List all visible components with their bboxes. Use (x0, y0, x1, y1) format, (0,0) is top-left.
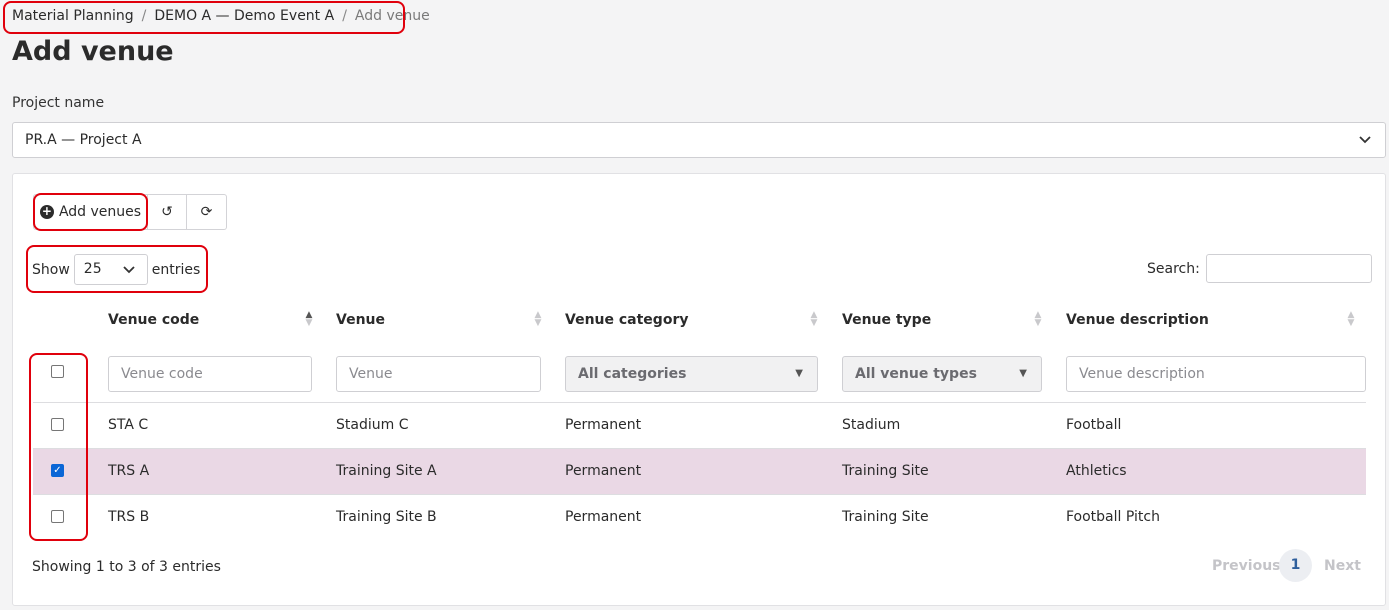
venue-description-filter-input[interactable]: Venue description (1066, 356, 1366, 392)
breadcrumb-highlight (3, 1, 405, 34)
project-select-value: PR.A — Project A (25, 132, 142, 148)
table-row[interactable] (33, 403, 1366, 449)
cell-venue-type: Stadium (842, 417, 901, 433)
column-header-venue-category[interactable]: Venue category (565, 312, 688, 328)
cell-venue: Training Site B (336, 509, 437, 525)
cell-venue-code: STA C (108, 417, 149, 433)
table-row[interactable] (33, 495, 1366, 541)
project-select[interactable]: PR.A — Project A (12, 122, 1386, 158)
venue-code-filter-input[interactable]: Venue code (108, 356, 312, 392)
venue-category-filter-value: All categories (578, 366, 687, 382)
sort-icon: ▲ ▼ (1034, 310, 1042, 328)
cell-venue-type: Training Site (842, 509, 929, 525)
venue-category-filter-select[interactable]: All categories ▼ (565, 356, 818, 392)
caret-down-icon: ▼ (1019, 368, 1027, 379)
venue-filter-input[interactable]: Venue (336, 356, 541, 392)
search-input[interactable] (1205, 254, 1372, 283)
project-name-label: Project name (12, 95, 105, 111)
column-header-venue[interactable]: Venue (336, 312, 385, 328)
previous-page-button[interactable]: Previous (1212, 558, 1281, 574)
cell-venue-description: Football Pitch (1066, 509, 1160, 525)
chevron-down-icon (1359, 123, 1371, 170)
sort-icon: ▲ ▼ (1347, 310, 1355, 328)
table-row-selected[interactable] (33, 449, 1366, 495)
venue-type-filter-select[interactable]: All venue types ▼ (842, 356, 1042, 392)
sort-icon: ▲ ▼ (810, 310, 818, 328)
checkbox-column-highlight (29, 353, 88, 541)
search-label: Search: (1147, 260, 1200, 277)
refresh-icon: ⟳ (200, 204, 213, 220)
cell-venue-category: Permanent (565, 463, 642, 479)
sort-icon: ▲ ▼ (305, 310, 313, 328)
add-venues-highlight (33, 193, 148, 231)
search: Search: (1147, 254, 1372, 283)
cell-venue-code: TRS B (108, 509, 150, 525)
venue-type-filter-value: All venue types (855, 366, 977, 382)
reset-button[interactable]: ↺ (148, 194, 187, 230)
undo-icon: ↺ (161, 204, 173, 220)
cell-venue-description: Football (1066, 417, 1122, 433)
reload-button[interactable]: ⟳ (187, 194, 227, 230)
page-length-highlight (26, 245, 208, 293)
cell-venue-type: Training Site (842, 463, 929, 479)
next-page-button[interactable]: Next (1324, 558, 1361, 574)
page-1-button[interactable]: 1 (1279, 549, 1312, 582)
column-header-venue-description[interactable]: Venue description (1066, 312, 1209, 328)
cell-venue-code: TRS A (108, 463, 150, 479)
column-header-venue-type[interactable]: Venue type (842, 312, 931, 328)
cell-venue-description: Athletics (1066, 463, 1127, 479)
table-info: Showing 1 to 3 of 3 entries (32, 559, 221, 575)
cell-venue-category: Permanent (565, 417, 642, 433)
cell-venue-category: Permanent (565, 509, 642, 525)
caret-down-icon: ▼ (795, 368, 803, 379)
cell-venue: Stadium C (336, 417, 409, 433)
sort-icon: ▲ ▼ (534, 310, 542, 328)
cell-venue: Training Site A (336, 463, 437, 479)
column-header-venue-code[interactable]: Venue code (108, 312, 199, 328)
page-title: Add venue (12, 36, 174, 67)
